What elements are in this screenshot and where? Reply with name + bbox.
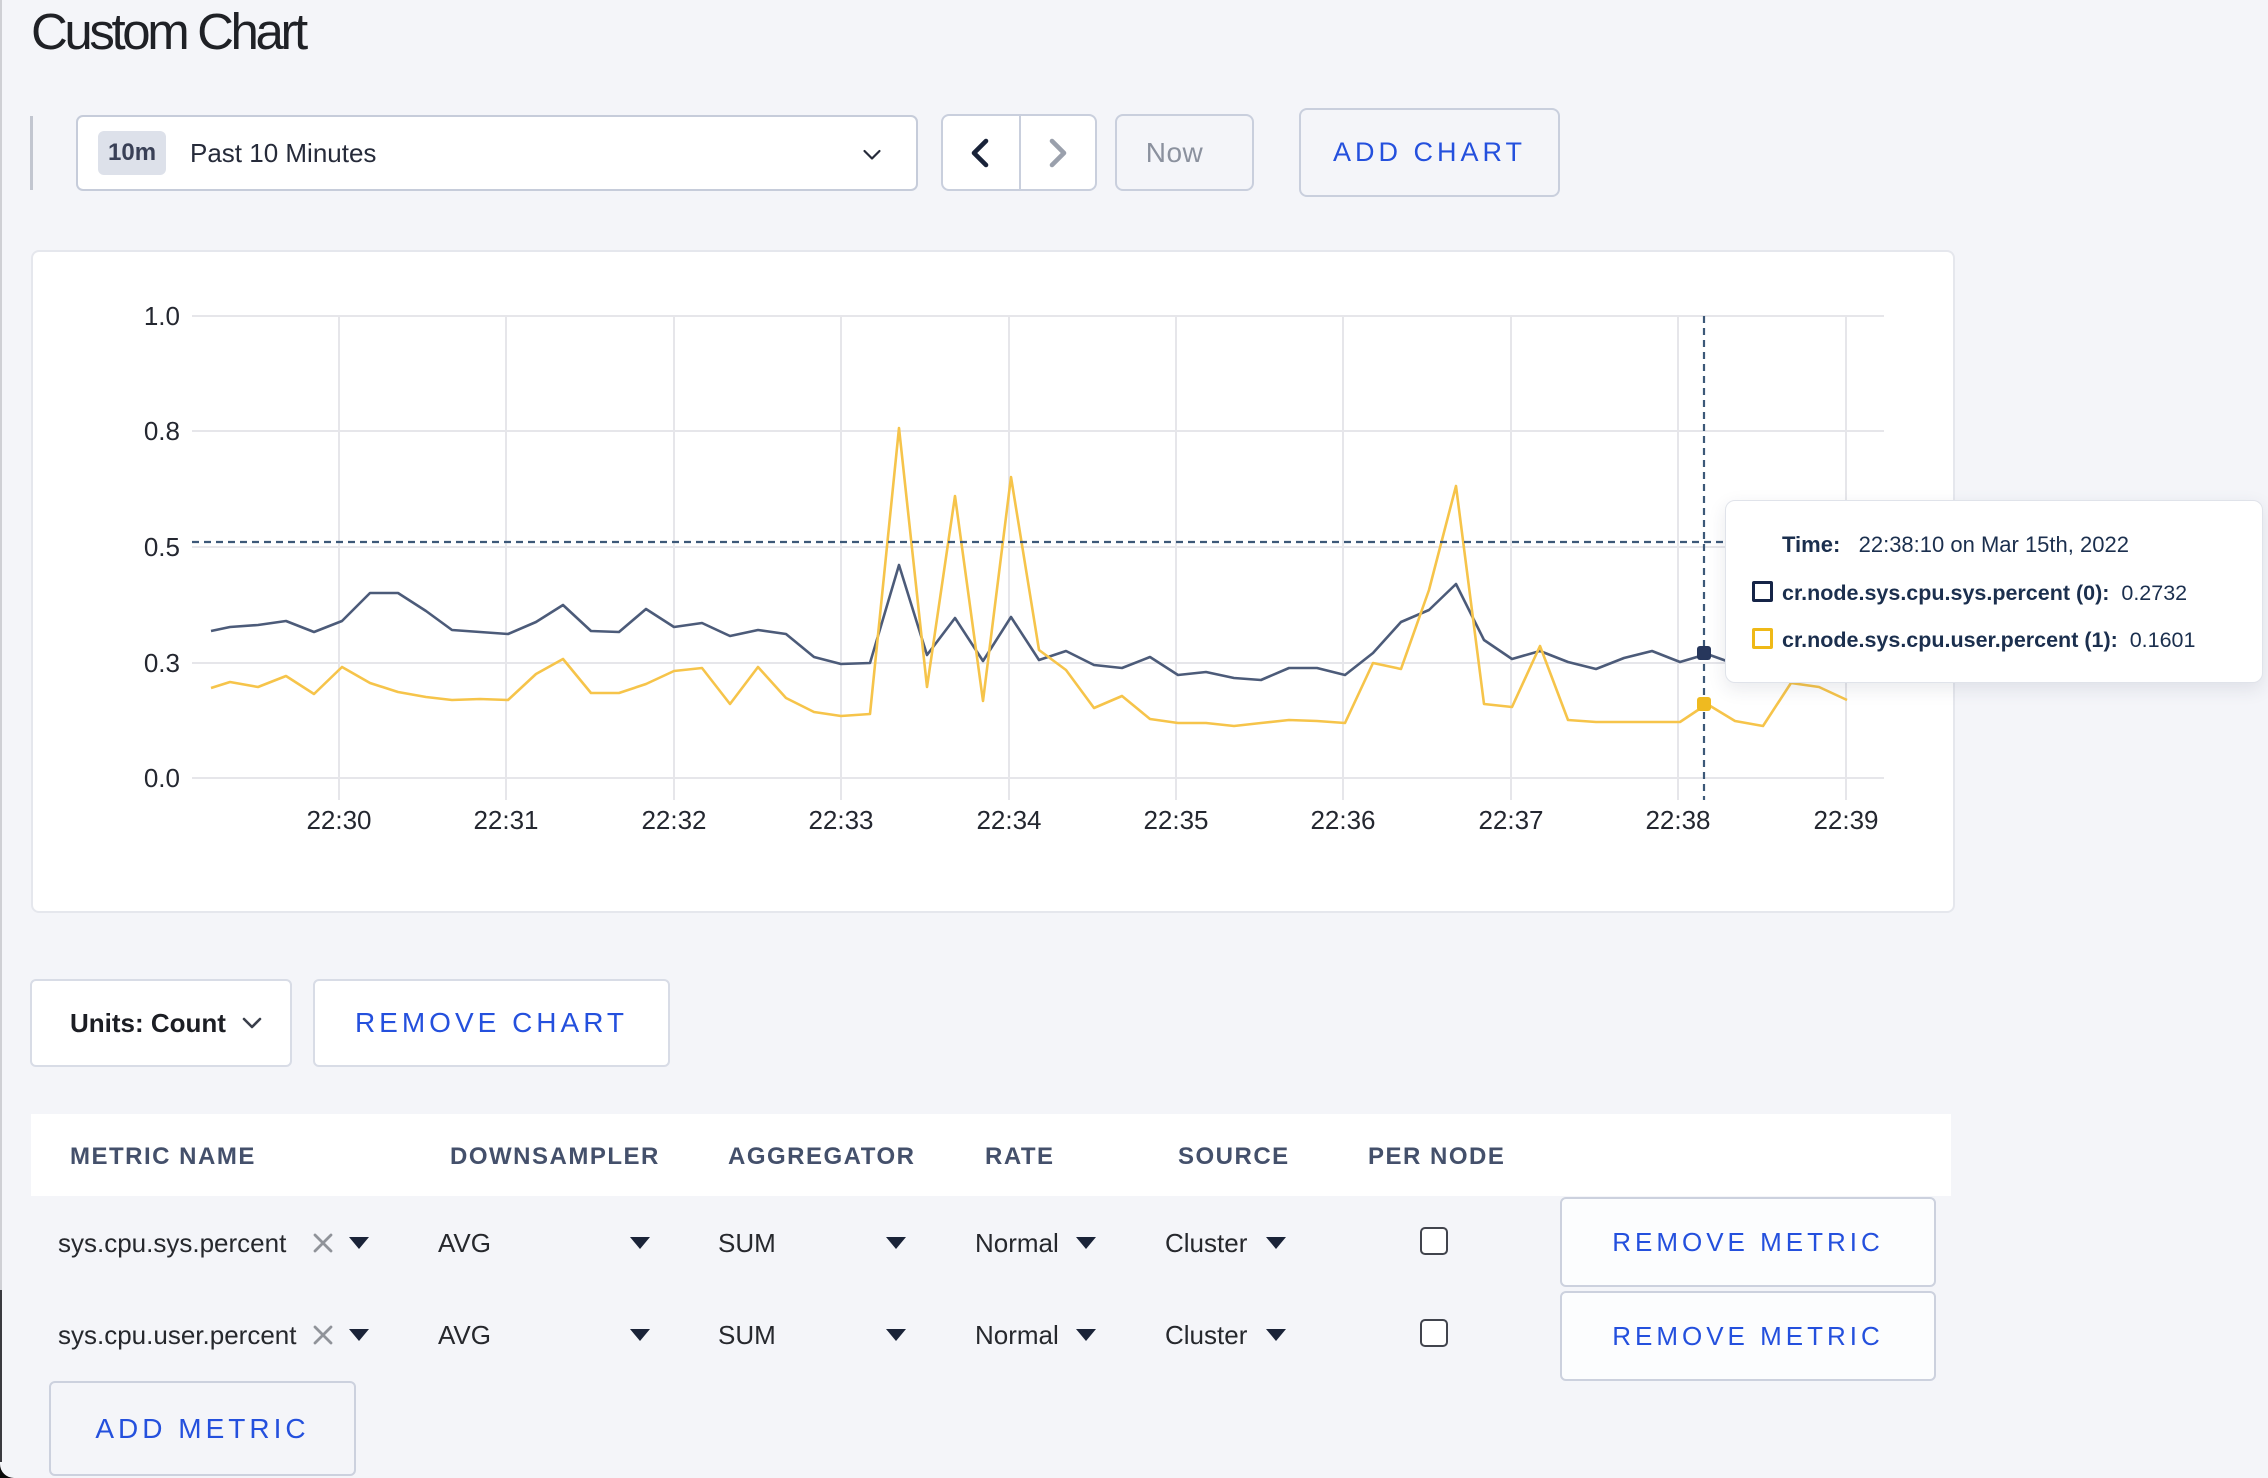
svg-text:22:33: 22:33 [808,805,873,835]
svg-text:22:39: 22:39 [1813,805,1878,835]
svg-text:22:36: 22:36 [1310,805,1375,835]
svg-text:22:32: 22:32 [641,805,706,835]
svg-text:0.8: 0.8 [144,416,180,446]
svg-text:22:38: 22:38 [1645,805,1710,835]
svg-text:22:30: 22:30 [306,805,371,835]
svg-text:0.0: 0.0 [144,763,180,793]
svg-text:22:35: 22:35 [1143,805,1208,835]
svg-text:0.5: 0.5 [144,532,180,562]
svg-text:22:34: 22:34 [976,805,1041,835]
svg-text:1.0: 1.0 [144,301,180,331]
svg-text:22:37: 22:37 [1478,805,1543,835]
svg-text:0.3: 0.3 [144,648,180,678]
svg-text:22:31: 22:31 [473,805,538,835]
